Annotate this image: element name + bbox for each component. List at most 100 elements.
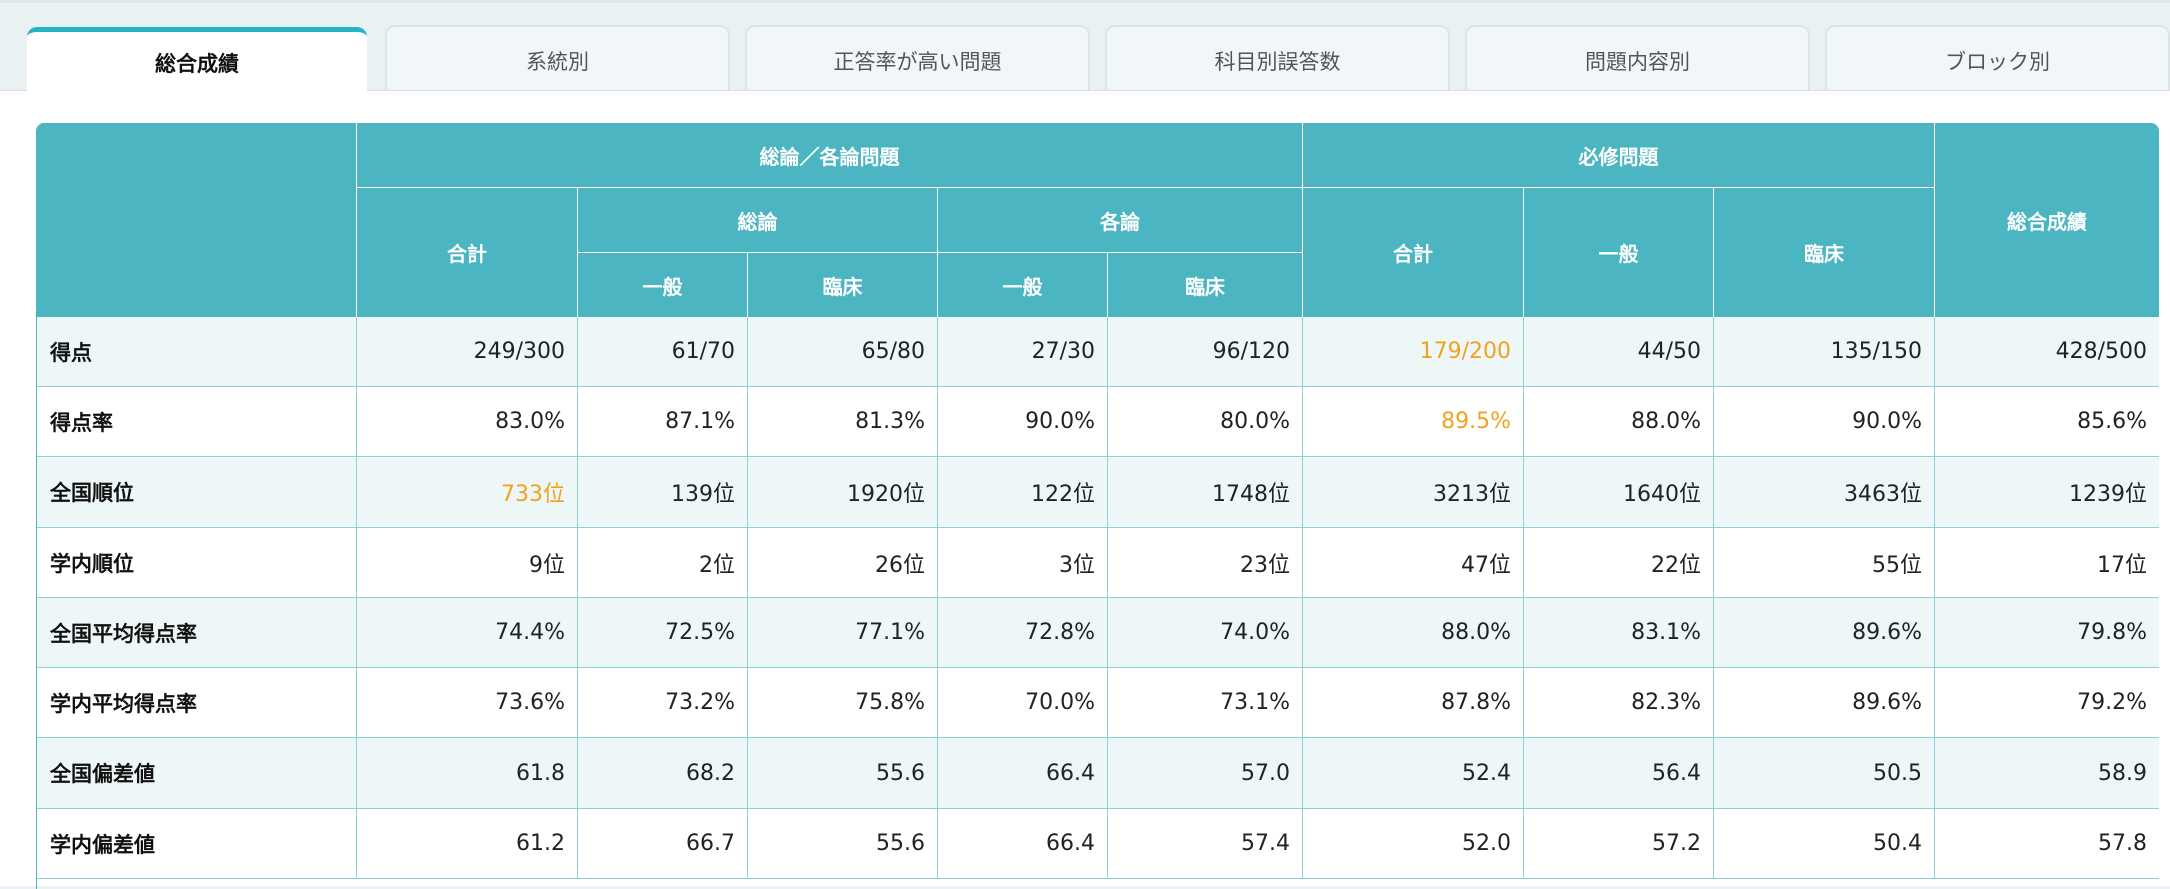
table-cell: 89.6%: [1714, 668, 1935, 738]
tab-overall[interactable]: 総合成績: [27, 27, 367, 94]
table-cell: 77.1%: [748, 598, 938, 668]
table-cell: 61.8: [357, 738, 578, 809]
table-cell: 52.4: [1303, 738, 1524, 809]
table-cell: 22位: [1524, 528, 1714, 598]
table-cell: 23位: [1108, 528, 1303, 598]
table-cell: 82.3%: [1524, 668, 1714, 738]
table-cell: 9位: [357, 528, 578, 598]
table-cell: 179/200: [1303, 317, 1524, 387]
table-cell: 73.6%: [357, 668, 578, 738]
table-cell: 74.4%: [357, 598, 578, 668]
table-cell: 27/30: [938, 317, 1108, 387]
table-cell: 90.0%: [1714, 387, 1935, 457]
table-cell: 87.8%: [1303, 668, 1524, 738]
header-required-ippan: 一般: [1524, 188, 1714, 317]
table-cell: 75.8%: [748, 668, 938, 738]
header-required-total: 合計: [1303, 188, 1524, 317]
table-cell: 80.0%: [1108, 387, 1303, 457]
table-cell: 61/70: [578, 317, 748, 387]
table-cell: 17位: [1935, 528, 2159, 598]
row-label: 学内順位: [37, 528, 357, 598]
table-cell: 3位: [938, 528, 1108, 598]
table-cell: 88.0%: [1524, 387, 1714, 457]
table-cell: 70.0%: [938, 668, 1108, 738]
row-label: 学内平均得点率: [37, 668, 357, 738]
table-cell: 89.6%: [1714, 598, 1935, 668]
table-cell: 50.4: [1714, 809, 1935, 879]
table-cell: 1748位: [1108, 457, 1303, 528]
table-cell: 55位: [1714, 528, 1935, 598]
table-cell: 66.7: [578, 809, 748, 879]
group-header-general-specific: 総論／各論問題: [357, 123, 1303, 188]
table-cell: 26位: [748, 528, 938, 598]
table-cell: 65/80: [748, 317, 938, 387]
header-specific: 各論: [938, 188, 1303, 253]
table-cell: 122位: [938, 457, 1108, 528]
table-cell: 57.8: [1935, 809, 2159, 879]
table-cell: 3463位: [1714, 457, 1935, 528]
tab-bar: 総合成績 系統別 正答率が高い問題 科目別誤答数 問題内容別 ブロック別: [0, 0, 2170, 94]
table-cell: 72.8%: [938, 598, 1108, 668]
table-cell: 1640位: [1524, 457, 1714, 528]
table-cell: 96/120: [1108, 317, 1303, 387]
tab-by-question-content[interactable]: 問題内容別: [1465, 25, 1810, 94]
table-cell: 83.1%: [1524, 598, 1714, 668]
table-cell: 73.2%: [578, 668, 748, 738]
table-cell: 88.0%: [1303, 598, 1524, 668]
table-cell: 57.0: [1108, 738, 1303, 809]
table-cell: 733位: [357, 457, 578, 528]
table-cell: 68.2: [578, 738, 748, 809]
table-cell: 74.0%: [1108, 598, 1303, 668]
table-cell: 73.1%: [1108, 668, 1303, 738]
table-cell: 56.4: [1524, 738, 1714, 809]
table-cell: 87.1%: [578, 387, 748, 457]
table-cell: 139位: [578, 457, 748, 528]
header-specific-rinsho: 臨床: [1108, 253, 1303, 317]
group-header-required: 必修問題: [1303, 123, 1935, 188]
table-cell: 47位: [1303, 528, 1524, 598]
row-label: 全国偏差値: [37, 738, 357, 809]
table-cell: 57.2: [1524, 809, 1714, 879]
row-label: 全国順位: [37, 457, 357, 528]
tab-wrong-answers-by-subject[interactable]: 科目別誤答数: [1105, 25, 1450, 94]
table-cell: 83.0%: [357, 387, 578, 457]
table-cell: 90.0%: [938, 387, 1108, 457]
header-general-rinsho: 臨床: [748, 253, 938, 317]
table-cell: 2位: [578, 528, 748, 598]
table-cell: 66.4: [938, 738, 1108, 809]
score-table: 総論／各論問題 必修問題 総合成績 合計 総論 各論 合計 一般 臨床 一般 臨…: [36, 123, 2159, 889]
group-header-overall: 総合成績: [1935, 123, 2159, 317]
header-general-ippan: 一般: [578, 253, 748, 317]
tab-high-accuracy-questions[interactable]: 正答率が高い問題: [745, 25, 1090, 94]
row-label: 全国平均得点率: [37, 598, 357, 668]
table-cell: 89.5%: [1303, 387, 1524, 457]
table-cell: 81.3%: [748, 387, 938, 457]
row-label: 得点率: [37, 387, 357, 457]
tab-by-system[interactable]: 系統別: [385, 25, 730, 94]
row-label: 学内偏差値: [37, 809, 357, 879]
table-cell: 1920位: [748, 457, 938, 528]
row-label: 得点: [37, 317, 357, 387]
table-cell: 3213位: [1303, 457, 1524, 528]
table-cell: 72.5%: [578, 598, 748, 668]
table-cell: 57.4: [1108, 809, 1303, 879]
header-required-rinsho: 臨床: [1714, 188, 1935, 317]
header-general: 総論: [578, 188, 938, 253]
header-specific-ippan: 一般: [938, 253, 1108, 317]
table-cell: 428/500: [1935, 317, 2159, 387]
table-cell: 135/150: [1714, 317, 1935, 387]
table-cell: 79.2%: [1935, 668, 2159, 738]
header-total: 合計: [357, 188, 578, 317]
table-cell: 85.6%: [1935, 387, 2159, 457]
table-cell: 44/50: [1524, 317, 1714, 387]
table-cell: 249/300: [357, 317, 578, 387]
table-cell: 79.8%: [1935, 598, 2159, 668]
table-cell: 50.5: [1714, 738, 1935, 809]
table-cell: 52.0: [1303, 809, 1524, 879]
tab-by-block[interactable]: ブロック別: [1825, 25, 2170, 94]
table-corner: [37, 123, 357, 317]
table-cell: 66.4: [938, 809, 1108, 879]
table-cell: 61.2: [357, 809, 578, 879]
table-cell: 58.9: [1935, 738, 2159, 809]
table-cell: 1239位: [1935, 457, 2159, 528]
